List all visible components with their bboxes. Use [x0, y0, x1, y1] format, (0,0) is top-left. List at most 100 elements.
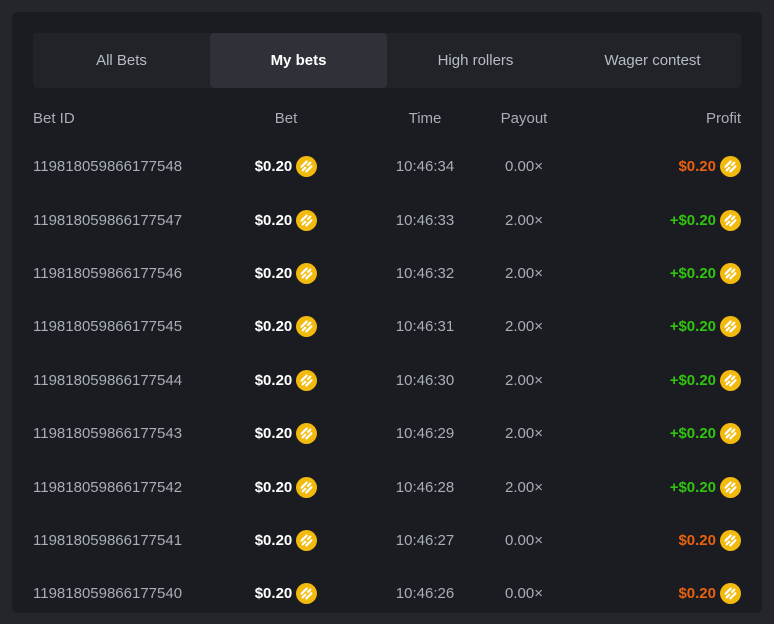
coin-icon: [296, 370, 317, 391]
profit-cell: $0.20: [557, 156, 741, 177]
profit-cell: +$0.20: [557, 316, 741, 337]
time-value: 10:46:28: [359, 479, 491, 496]
table-row[interactable]: 119818059866177545 $0.20 10:46:31 2.00× …: [33, 300, 741, 353]
coin-icon: [720, 477, 741, 498]
bet-amount: $0.20: [255, 425, 293, 442]
bet-cell: $0.20: [213, 530, 359, 551]
bet-amount: $0.20: [255, 372, 293, 389]
time-value: 10:46:33: [359, 212, 491, 229]
bet-amount: $0.20: [255, 265, 293, 282]
profit-cell: +$0.20: [557, 263, 741, 284]
payout-value: 2.00×: [491, 318, 557, 335]
bet-amount: $0.20: [255, 158, 293, 175]
profit-cell: +$0.20: [557, 423, 741, 444]
profit-cell: $0.20: [557, 530, 741, 551]
bet-id-value: 119818059866177545: [33, 318, 213, 335]
table-row[interactable]: 119818059866177543 $0.20 10:46:29 2.00× …: [33, 407, 741, 460]
coin-icon: [296, 423, 317, 444]
bet-id-value: 119818059866177544: [33, 372, 213, 389]
bet-id-value: 119818059866177542: [33, 479, 213, 496]
bet-cell: $0.20: [213, 423, 359, 444]
coin-icon: [720, 263, 741, 284]
payout-value: 2.00×: [491, 425, 557, 442]
coin-icon: [720, 423, 741, 444]
bet-cell: $0.20: [213, 583, 359, 604]
profit-cell: $0.20: [557, 583, 741, 604]
bet-cell: $0.20: [213, 316, 359, 337]
table-row[interactable]: 119818059866177548 $0.20 10:46:34 0.00× …: [33, 140, 741, 193]
tab-wager-contest[interactable]: Wager contest: [564, 33, 741, 88]
coin-icon: [720, 156, 741, 177]
payout-value: 0.00×: [491, 532, 557, 549]
tab-high-rollers[interactable]: High rollers: [387, 33, 564, 88]
time-value: 10:46:26: [359, 585, 491, 602]
time-value: 10:46:32: [359, 265, 491, 282]
coin-icon: [296, 263, 317, 284]
bet-amount: $0.20: [255, 585, 293, 602]
coin-icon: [296, 583, 317, 604]
header-profit: Profit: [557, 110, 741, 127]
bet-id-value: 119818059866177543: [33, 425, 213, 442]
bet-amount: $0.20: [255, 532, 293, 549]
bet-amount: $0.20: [255, 212, 293, 229]
bet-cell: $0.20: [213, 156, 359, 177]
coin-icon: [720, 316, 741, 337]
bet-id-value: 119818059866177541: [33, 532, 213, 549]
bet-amount: $0.20: [255, 479, 293, 496]
coin-icon: [720, 530, 741, 551]
coin-icon: [720, 583, 741, 604]
tab-my-bets[interactable]: My bets: [210, 33, 387, 88]
profit-amount: $0.20: [678, 585, 716, 602]
payout-value: 0.00×: [491, 585, 557, 602]
coin-icon: [720, 370, 741, 391]
bet-cell: $0.20: [213, 477, 359, 498]
payout-value: 0.00×: [491, 158, 557, 175]
bets-table: Bet ID Bet Time Payout Profit 1198180598…: [33, 96, 741, 613]
bet-id-value: 119818059866177547: [33, 212, 213, 229]
bet-id-value: 119818059866177546: [33, 265, 213, 282]
header-bet-id: Bet ID: [33, 110, 213, 127]
bets-panel: All Bets My bets High rollers Wager cont…: [12, 12, 762, 613]
time-value: 10:46:30: [359, 372, 491, 389]
profit-cell: +$0.20: [557, 210, 741, 231]
table-row[interactable]: 119818059866177547 $0.20 10:46:33 2.00× …: [33, 193, 741, 246]
coin-icon: [296, 210, 317, 231]
bet-cell: $0.20: [213, 263, 359, 284]
header-payout: Payout: [491, 110, 557, 127]
profit-amount: $0.20: [678, 158, 716, 175]
table-row[interactable]: 119818059866177544 $0.20 10:46:30 2.00× …: [33, 354, 741, 407]
time-value: 10:46:29: [359, 425, 491, 442]
tab-all-bets[interactable]: All Bets: [33, 33, 210, 88]
coin-icon: [296, 316, 317, 337]
bets-tabbar: All Bets My bets High rollers Wager cont…: [33, 33, 741, 88]
bet-id-value: 119818059866177548: [33, 158, 213, 175]
payout-value: 2.00×: [491, 265, 557, 282]
header-bet: Bet: [213, 110, 359, 127]
payout-value: 2.00×: [491, 212, 557, 229]
coin-icon: [296, 477, 317, 498]
profit-cell: +$0.20: [557, 370, 741, 391]
profit-amount: +$0.20: [670, 265, 716, 282]
time-value: 10:46:34: [359, 158, 491, 175]
table-row[interactable]: 119818059866177542 $0.20 10:46:28 2.00× …: [33, 460, 741, 513]
table-header-row: Bet ID Bet Time Payout Profit: [33, 96, 741, 140]
profit-amount: +$0.20: [670, 318, 716, 335]
bet-cell: $0.20: [213, 210, 359, 231]
profit-amount: +$0.20: [670, 425, 716, 442]
profit-amount: +$0.20: [670, 212, 716, 229]
coin-icon: [720, 210, 741, 231]
profit-amount: +$0.20: [670, 479, 716, 496]
profit-amount: +$0.20: [670, 372, 716, 389]
table-row[interactable]: 119818059866177540 $0.20 10:46:26 0.00× …: [33, 567, 741, 613]
bet-cell: $0.20: [213, 370, 359, 391]
time-value: 10:46:27: [359, 532, 491, 549]
payout-value: 2.00×: [491, 372, 557, 389]
time-value: 10:46:31: [359, 318, 491, 335]
coin-icon: [296, 530, 317, 551]
bet-id-value: 119818059866177540: [33, 585, 213, 602]
coin-icon: [296, 156, 317, 177]
header-time: Time: [359, 110, 491, 127]
table-row[interactable]: 119818059866177541 $0.20 10:46:27 0.00× …: [33, 514, 741, 567]
profit-cell: +$0.20: [557, 477, 741, 498]
table-row[interactable]: 119818059866177546 $0.20 10:46:32 2.00× …: [33, 247, 741, 300]
